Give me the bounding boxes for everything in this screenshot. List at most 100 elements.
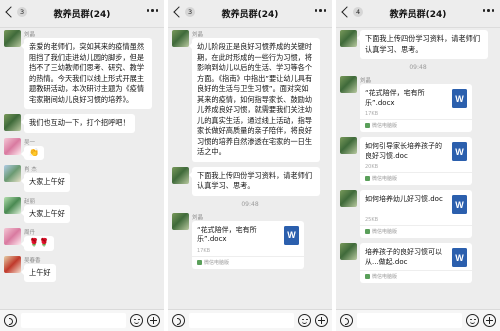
message-row: 下面我上传四份学习资料，请老师们认真学习、思考。 — [336, 30, 500, 59]
more-options-button[interactable] — [146, 9, 158, 12]
avatar[interactable] — [4, 30, 21, 47]
avatar[interactable] — [4, 114, 21, 131]
sender-name: 周丹 — [24, 230, 36, 236]
avatar[interactable] — [4, 137, 21, 155]
avatar[interactable] — [4, 228, 21, 245]
wechat-pc-icon — [365, 229, 370, 234]
file-source: 微信电脑版 — [372, 176, 398, 182]
avatar[interactable] — [340, 190, 357, 207]
more-options-button[interactable] — [482, 9, 494, 12]
word-doc-icon: W — [284, 225, 299, 245]
message-row: 下面我上传四份学习资料，请老师们认真学习、思考。 — [168, 166, 332, 196]
voice-input-icon[interactable] — [340, 314, 353, 327]
chat-header: 3 教养员群(24) — [168, 0, 332, 28]
emoji-bubble[interactable]: 👏 — [21, 145, 44, 160]
message-row: 如何培养幼儿好习惯.doc W 25KB 微信电脑版 — [336, 190, 500, 238]
voice-input-icon[interactable] — [4, 314, 17, 327]
back-button[interactable]: 4 — [340, 6, 364, 18]
message-row: 吴一 👏 — [0, 137, 164, 160]
timestamp: 09:48 — [241, 200, 259, 208]
emoji-icon[interactable] — [466, 314, 479, 327]
file-message[interactable]: “花式陪伴，宅有所乐”.docx W 17KB 微信电脑版 — [360, 84, 472, 132]
text-bubble[interactable]: 大家上午好 — [21, 204, 70, 223]
group-title: 教养员群(24) — [389, 10, 447, 20]
avatar[interactable] — [172, 166, 189, 184]
sender-name: 刘晶 — [192, 214, 204, 221]
sender-name: 肖 杰 — [24, 167, 37, 173]
text-bubble[interactable]: 亲爱的老师们，突如其来的疫情虽然阻挡了我们走进幼儿园的脚步，但是挡不了三幼教师们… — [21, 38, 152, 109]
file-size: 17KB — [365, 111, 379, 117]
avatar[interactable] — [340, 137, 357, 154]
file-name: “花式陪伴，宅有所乐”.docx — [365, 89, 425, 107]
text-bubble[interactable]: 下面我上传四份学习资料，请老师们认真学习、思考。 — [357, 30, 488, 59]
file-message[interactable]: 如何培养幼儿好习惯.doc W 25KB 微信电脑版 — [360, 190, 472, 238]
chat-screen-3: 4 教养员群(24) 下面我上传四份学习资料，请老师们认真学习、思考。 09:4… — [336, 0, 500, 331]
file-message[interactable]: “花式陪伴，宅有所乐”.docx W 17KB 微信电脑版 — [192, 220, 304, 269]
input-bar — [168, 309, 332, 331]
file-name: 如何引导家长培养孩子的良好习惯.doc — [365, 142, 442, 160]
avatar[interactable] — [172, 212, 189, 230]
plus-icon[interactable] — [483, 314, 496, 327]
file-message[interactable]: 如何引导家长培养孩子的良好习惯.doc W 20KB 微信电脑版 — [360, 137, 472, 185]
more-options-button[interactable] — [314, 9, 326, 12]
text-bubble[interactable]: 我们也互动一下，打个招呼吧！ — [21, 114, 135, 133]
sender-name: 刘晶 — [360, 78, 372, 84]
sender-name: 赵丽 — [24, 198, 36, 205]
text-bubble[interactable]: 上午好 — [21, 263, 56, 282]
avatar[interactable] — [4, 196, 21, 214]
file-source: 微信电脑版 — [372, 229, 398, 235]
file-name: 培养孩子的良好习惯可以从...做起.doc — [365, 248, 442, 266]
avatar[interactable] — [4, 255, 21, 273]
wechat-pc-icon — [365, 176, 370, 181]
avatar[interactable] — [4, 165, 21, 182]
message-list[interactable]: 刘晶 亲爱的老师们，突如其来的疫情虽然阻挡了我们走进幼儿园的脚步，但是挡不了三幼… — [0, 30, 164, 309]
word-doc-icon: W — [452, 89, 467, 108]
avatar[interactable] — [340, 30, 357, 47]
wechat-pc-icon — [365, 123, 370, 128]
back-button[interactable]: 3 — [172, 6, 196, 18]
message-row: 刘晶 “花式陪伴，宅有所乐”.docx W 17KB 微信电脑版 — [336, 76, 500, 132]
message-input[interactable] — [21, 313, 126, 328]
input-bar — [336, 309, 500, 331]
message-row: 刘晶 “花式陪伴，宅有所乐”.docx W 17KB 微信电脑版 — [168, 212, 332, 269]
word-doc-icon: W — [452, 142, 467, 161]
word-doc-icon: W — [452, 248, 467, 267]
chat-screen-2: 3 教养员群(24) 刘晶 幼儿阶段正是良好习惯养成的关键时期，在此时形成的一些… — [168, 0, 332, 331]
emoji-bubble[interactable]: 🌹🌹 — [21, 236, 54, 251]
chevron-left-icon — [341, 6, 353, 18]
chat-header: 4 教养员群(24) — [336, 0, 500, 28]
message-row: 如何引导家长培养孩子的良好习惯.doc W 20KB 微信电脑版 — [336, 137, 500, 185]
plus-icon[interactable] — [147, 314, 160, 327]
message-row: 我们也互动一下，打个招呼吧！ — [0, 114, 164, 133]
avatar[interactable] — [340, 76, 357, 93]
file-message[interactable]: 培养孩子的良好习惯可以从...做起.doc W 微信电脑版 — [360, 243, 472, 283]
emoji-icon[interactable] — [130, 314, 143, 327]
input-bar — [0, 309, 164, 331]
unread-count-badge: 3 — [17, 7, 28, 17]
chevron-left-icon — [5, 6, 17, 18]
back-button[interactable]: 3 — [4, 6, 28, 18]
plus-icon[interactable] — [315, 314, 328, 327]
unread-count-badge: 4 — [353, 7, 364, 17]
message-input[interactable] — [357, 313, 462, 328]
voice-input-icon[interactable] — [172, 314, 185, 327]
avatar[interactable] — [340, 243, 357, 260]
emoji-icon[interactable] — [298, 314, 311, 327]
message-list[interactable]: 刘晶 幼儿阶段正是良好习惯养成的关键时期，在此时形成的一些行为习惯，将影响到幼儿… — [168, 30, 332, 309]
wechat-pc-icon — [365, 274, 370, 279]
chat-screen-1: 3 教养员群(24) 刘晶 亲爱的老师们，突如其来的疫情虽然阻挡了我们走进幼儿园… — [0, 0, 164, 331]
file-size: 17KB — [197, 247, 211, 254]
group-title: 教养员群(24) — [221, 10, 279, 20]
message-row: 赵丽 大家上午好 — [0, 196, 164, 223]
text-bubble[interactable]: 幼儿阶段正是良好习惯养成的关键时期，在此时形成的一些行为习惯，将影响到幼儿以后的… — [189, 38, 320, 162]
avatar[interactable] — [172, 30, 189, 47]
text-bubble[interactable]: 下面我上传四份学习资料，请老师们认真学习、思考。 — [189, 166, 320, 196]
sender-name: 吴一 — [24, 139, 36, 146]
word-doc-icon: W — [452, 195, 467, 214]
message-list[interactable]: 下面我上传四份学习资料，请老师们认真学习、思考。 09:48 刘晶 “花式陪伴，… — [336, 30, 500, 309]
file-source: 微信电脑版 — [204, 259, 230, 266]
message-row: 吴春香 上午好 — [0, 255, 164, 282]
message-input[interactable] — [189, 313, 294, 328]
chat-header: 3 教养员群(24) — [0, 0, 164, 28]
text-bubble[interactable]: 大家上午好 — [21, 173, 70, 192]
